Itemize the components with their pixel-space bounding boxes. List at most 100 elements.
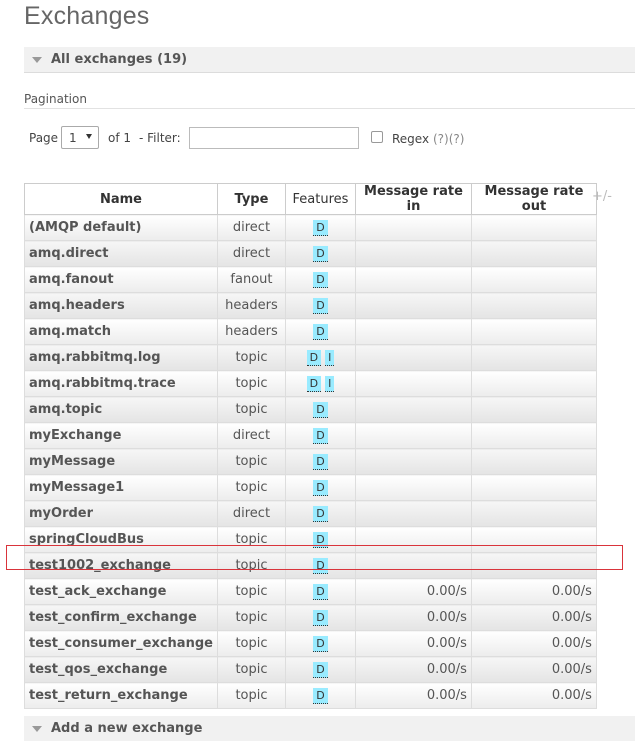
table-row[interactable]: test1002_exchange topic D [24, 552, 597, 579]
exchange-name-link[interactable]: test_return_exchange [24, 682, 218, 709]
feature-badge: D [313, 635, 328, 652]
feature-badge: D [313, 557, 328, 574]
exchange-type: topic [216, 370, 286, 397]
message-rate-in [354, 474, 472, 501]
column-header-rate-out[interactable]: Message rate out [470, 183, 597, 215]
exchange-name-link[interactable]: myOrder [24, 500, 218, 527]
add-exchange-section-toggle[interactable]: Add a new exchange [24, 716, 635, 741]
table-row[interactable]: springCloudBus topic D [24, 526, 597, 553]
feature-badge: D [306, 349, 322, 366]
exchange-name-link[interactable]: test_confirm_exchange [24, 604, 218, 631]
table-row[interactable]: test_ack_exchange topic D 0.00/s 0.00/s [24, 578, 597, 605]
table-row[interactable]: amq.rabbitmq.log topic D I [24, 344, 597, 371]
exchanges-table: Name Type Features Message rate in Messa… [24, 183, 597, 709]
table-row[interactable]: test_qos_exchange topic D 0.00/s 0.00/s [24, 656, 597, 683]
regex-help-link[interactable]: (?)(?) [433, 132, 464, 146]
column-header-type[interactable]: Type [216, 183, 286, 215]
filter-input[interactable] [189, 127, 359, 149]
feature-badge: D [313, 427, 328, 444]
exchange-name-link[interactable]: myExchange [24, 422, 218, 449]
exchange-features: D [284, 552, 356, 579]
page-select[interactable]: 1 [61, 126, 99, 149]
exchange-name-link[interactable]: amq.match [24, 318, 218, 345]
message-rate-out: 0.00/s [470, 604, 597, 631]
all-exchanges-section-toggle[interactable]: All exchanges (19) [24, 47, 635, 73]
exchange-type: fanout [216, 266, 286, 293]
table-row[interactable]: amq.direct direct D [24, 240, 597, 267]
table-row[interactable]: test_return_exchange topic D 0.00/s 0.00/s [24, 682, 597, 709]
exchange-type: headers [216, 292, 286, 319]
exchange-type: topic [216, 604, 286, 631]
exchange-name-link[interactable]: test_qos_exchange [24, 656, 218, 683]
triangle-down-icon [32, 56, 42, 63]
page-count-label: of 1 [108, 131, 132, 145]
table-row[interactable]: myMessage1 topic D [24, 474, 597, 501]
feature-badge: D [313, 323, 328, 340]
feature-badge: D [313, 609, 328, 626]
exchange-type: topic [216, 396, 286, 423]
exchange-name-link[interactable]: myMessage [24, 448, 218, 475]
exchange-features: D [284, 578, 356, 605]
page-title: Exchanges [24, 2, 150, 30]
page-label: Page [29, 131, 59, 145]
feature-badge: D [313, 297, 328, 314]
table-row[interactable]: myMessage topic D [24, 448, 597, 475]
message-rate-out: 0.00/s [470, 682, 597, 709]
exchange-features: D [284, 656, 356, 683]
exchange-features: D [284, 500, 356, 527]
message-rate-out: 0.00/s [470, 630, 597, 657]
message-rate-out [470, 240, 597, 267]
table-row[interactable]: amq.match headers D [24, 318, 597, 345]
message-rate-out [470, 396, 597, 423]
column-header-name[interactable]: Name [24, 183, 218, 215]
table-row[interactable]: test_consumer_exchange topic D 0.00/s 0.00/s [24, 630, 597, 657]
table-row[interactable]: amq.rabbitmq.trace topic D I [24, 370, 597, 397]
exchange-features: D [284, 422, 356, 449]
exchange-name-link[interactable]: amq.topic [24, 396, 218, 423]
exchange-type: direct [216, 214, 286, 241]
exchange-type: direct [216, 240, 286, 267]
table-row[interactable]: myOrder direct D [24, 500, 597, 527]
exchange-features: D [284, 474, 356, 501]
message-rate-in [354, 422, 472, 449]
table-row[interactable]: test_confirm_exchange topic D 0.00/s 0.00/s [24, 604, 597, 631]
exchange-name-link[interactable]: test1002_exchange [24, 552, 218, 579]
table-row[interactable]: myExchange direct D [24, 422, 597, 449]
add-exchange-label: Add a new exchange [51, 721, 203, 736]
exchange-name-link[interactable]: amq.direct [24, 240, 218, 267]
message-rate-out [470, 318, 597, 345]
regex-label: Regex [392, 132, 430, 146]
exchange-name-link[interactable]: myMessage1 [24, 474, 218, 501]
exchange-name-link[interactable]: test_consumer_exchange [24, 630, 218, 657]
feature-badge: D [313, 505, 328, 522]
message-rate-out [470, 474, 597, 501]
regex-checkbox[interactable] [371, 131, 383, 143]
message-rate-out [470, 526, 597, 553]
exchange-features: D [284, 318, 356, 345]
message-rate-out [470, 370, 597, 397]
column-header-rate-in[interactable]: Message rate in [354, 183, 472, 215]
table-row[interactable]: (AMQP default) direct D [24, 214, 597, 241]
exchange-features: DI [284, 370, 356, 397]
exchange-name-link[interactable]: amq.fanout [24, 266, 218, 293]
toggle-columns-button[interactable]: +/- [592, 189, 612, 204]
exchange-name-link[interactable]: amq.rabbitmq.trace [24, 370, 218, 397]
chevron-down-icon [86, 134, 92, 139]
message-rate-out [470, 292, 597, 319]
message-rate-in [354, 552, 472, 579]
exchange-features: D [284, 448, 356, 475]
exchange-name-link[interactable]: (AMQP default) [24, 214, 218, 241]
exchange-features: D [284, 604, 356, 631]
exchange-name-link[interactable]: springCloudBus [24, 526, 218, 553]
exchange-name-link[interactable]: amq.headers [24, 292, 218, 319]
exchange-type: headers [216, 318, 286, 345]
exchange-name-link[interactable]: amq.rabbitmq.log [24, 344, 218, 371]
exchange-name-link[interactable]: test_ack_exchange [24, 578, 218, 605]
exchange-type: topic [216, 448, 286, 475]
table-row[interactable]: amq.topic topic D [24, 396, 597, 423]
exchange-features: D [284, 682, 356, 709]
feature-badge: D [313, 219, 328, 236]
exchange-type: topic [216, 526, 286, 553]
table-row[interactable]: amq.fanout fanout D [24, 266, 597, 293]
table-row[interactable]: amq.headers headers D [24, 292, 597, 319]
